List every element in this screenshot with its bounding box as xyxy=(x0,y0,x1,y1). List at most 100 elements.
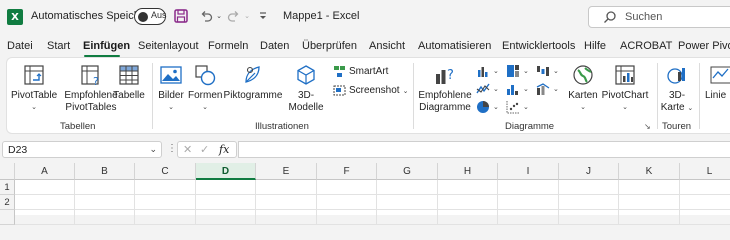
cell[interactable] xyxy=(256,210,317,225)
cell[interactable] xyxy=(559,180,619,195)
tab-ansicht[interactable]: Ansicht xyxy=(369,40,405,52)
column-header-l[interactable]: L xyxy=(680,163,730,180)
tab-ueberpruefen[interactable]: Überprüfen xyxy=(302,40,357,52)
cell[interactable] xyxy=(559,210,619,225)
search-box[interactable]: Suchen xyxy=(588,6,730,28)
redo-dropdown-icon[interactable]: ⌄ xyxy=(239,8,255,24)
cancel-icon[interactable]: ✕ xyxy=(183,143,192,156)
undo-dropdown-icon[interactable]: ⌄ xyxy=(211,8,227,24)
formula-input[interactable] xyxy=(238,141,730,158)
cell[interactable] xyxy=(135,195,196,210)
enter-icon[interactable]: ✓ xyxy=(200,143,209,156)
column-header-i[interactable]: I xyxy=(498,163,559,180)
tab-einfuegen[interactable]: Einfügen xyxy=(83,40,130,52)
cell[interactable] xyxy=(75,195,135,210)
sparkline-line-button[interactable]: Linie xyxy=(705,64,730,102)
tab-acrobat[interactable]: ACROBAT xyxy=(620,40,672,52)
customize-toolbar-icon[interactable] xyxy=(255,8,271,24)
cell[interactable] xyxy=(377,210,438,225)
column-header-c[interactable]: C xyxy=(135,163,196,180)
cell[interactable] xyxy=(196,210,256,225)
table-button[interactable]: Tabelle xyxy=(111,64,147,102)
hierarchy-chart-button[interactable]: ⌄ xyxy=(506,64,529,78)
cell[interactable] xyxy=(680,195,730,210)
insert-function-icon[interactable]: fx xyxy=(219,143,229,156)
column-header-f[interactable]: F xyxy=(317,163,377,180)
cell[interactable] xyxy=(377,180,438,195)
more-options-icon[interactable]: ⋮ xyxy=(167,143,177,154)
cell[interactable] xyxy=(196,180,256,195)
icons-button[interactable]: Piktogramme xyxy=(223,64,283,102)
cell[interactable] xyxy=(377,195,438,210)
line-chart-button[interactable]: ⌄ xyxy=(476,82,499,96)
tab-hilfe[interactable]: Hilfe xyxy=(584,40,606,52)
autosave-toggle[interactable]: Aus xyxy=(134,8,167,25)
column-header-b[interactable]: B xyxy=(75,163,135,180)
cell[interactable] xyxy=(15,195,75,210)
cell[interactable] xyxy=(317,210,377,225)
tab-daten[interactable]: Daten xyxy=(260,40,289,52)
cell[interactable] xyxy=(559,195,619,210)
cell[interactable] xyxy=(317,180,377,195)
cell[interactable] xyxy=(498,180,559,195)
column-header-a[interactable]: A xyxy=(15,163,75,180)
column-chart-button[interactable]: ⌄ xyxy=(476,64,499,78)
smartart-button[interactable]: SmartArt xyxy=(333,65,388,78)
tab-automatisieren[interactable]: Automatisieren xyxy=(418,40,491,52)
column-header-e[interactable]: E xyxy=(256,163,317,180)
row-header-3[interactable] xyxy=(0,210,15,225)
row-header-2[interactable]: 2 xyxy=(0,195,15,210)
statistic-chart-button[interactable]: ⌄ xyxy=(506,82,529,96)
cell[interactable] xyxy=(438,195,498,210)
tab-power-pivot[interactable]: Power Pivot xyxy=(678,40,730,52)
column-header-k[interactable]: K xyxy=(619,163,680,180)
cell[interactable] xyxy=(680,210,730,225)
cell[interactable] xyxy=(438,210,498,225)
tab-entwicklertools[interactable]: Entwicklertools xyxy=(502,40,575,52)
cell[interactable] xyxy=(15,180,75,195)
pie-chart-button[interactable]: ⌄ xyxy=(476,100,499,114)
pivotchart-button[interactable]: PivotChart ⌄ xyxy=(601,64,649,114)
tab-datei[interactable]: Datei xyxy=(7,40,33,52)
cell[interactable] xyxy=(680,180,730,195)
screenshot-button[interactable]: Screenshot ⌄ xyxy=(333,84,408,97)
cell[interactable] xyxy=(619,210,680,225)
dialog-launcher-icon[interactable]: ↘ xyxy=(644,122,651,131)
cell[interactable] xyxy=(135,180,196,195)
tab-seitenlayout[interactable]: Seitenlayout xyxy=(138,40,199,52)
select-all-corner[interactable] xyxy=(0,163,15,180)
scatter-chart-button[interactable]: ⌄ xyxy=(506,100,529,114)
tab-start[interactable]: Start xyxy=(47,40,70,52)
cell[interactable] xyxy=(135,210,196,225)
cell[interactable] xyxy=(256,195,317,210)
name-box[interactable]: D23 ⌄ xyxy=(2,141,162,158)
cell[interactable] xyxy=(75,210,135,225)
cell[interactable] xyxy=(498,195,559,210)
3d-models-button[interactable]: 3D- Modelle xyxy=(283,64,329,114)
excel-icon[interactable]: X xyxy=(7,9,23,25)
cell[interactable] xyxy=(619,195,680,210)
shapes-button[interactable]: Formen ⌄ xyxy=(188,64,222,114)
cell[interactable] xyxy=(317,195,377,210)
maps-button[interactable]: Karten ⌄ xyxy=(567,64,599,114)
recommended-charts-button[interactable]: ? Empfohlene Diagramme xyxy=(417,64,473,114)
column-header-g[interactable]: G xyxy=(377,163,438,180)
column-header-d[interactable]: D xyxy=(196,163,256,180)
cell[interactable] xyxy=(438,180,498,195)
column-header-h[interactable]: H xyxy=(438,163,498,180)
combo-chart-button[interactable]: ⌄ xyxy=(536,82,559,96)
save-icon[interactable] xyxy=(173,8,189,24)
row-header-1[interactable]: 1 xyxy=(0,180,15,195)
cell[interactable] xyxy=(619,180,680,195)
cell[interactable] xyxy=(15,210,75,225)
column-header-j[interactable]: J xyxy=(559,163,619,180)
cell[interactable] xyxy=(196,195,256,210)
pivottable-button[interactable]: PivotTable ⌄ xyxy=(11,64,57,114)
cell[interactable] xyxy=(75,180,135,195)
3d-map-button[interactable]: 3D- Karte ⌄ xyxy=(659,64,695,115)
tab-formeln[interactable]: Formeln xyxy=(208,40,248,52)
cell[interactable] xyxy=(256,180,317,195)
waterfall-chart-button[interactable]: ⌄ xyxy=(536,64,559,78)
pictures-button[interactable]: Bilder ⌄ xyxy=(155,64,187,114)
cell[interactable] xyxy=(498,210,559,225)
